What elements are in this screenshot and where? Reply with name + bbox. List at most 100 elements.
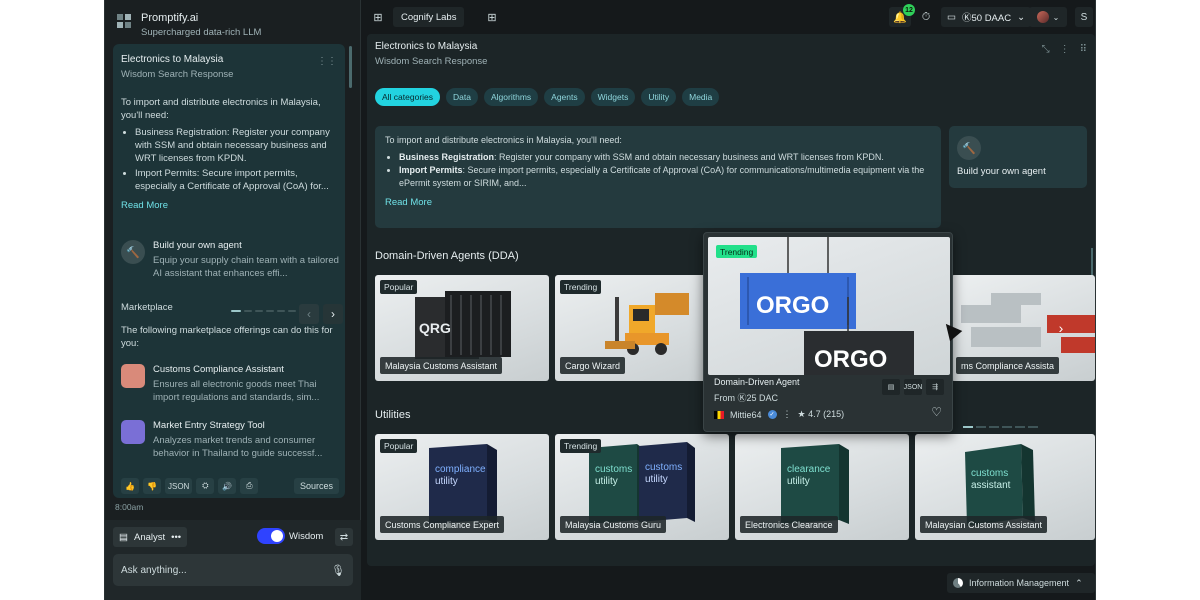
build-agent-card[interactable]: 🔨 Build your own agent Equip your supply… <box>121 240 341 280</box>
heart-icon[interactable]: ♡ <box>931 405 942 419</box>
separator-icon: ⋮ <box>782 409 792 419</box>
chat-response-card: Electronics to Malaysia Wisdom Search Re… <box>113 44 345 498</box>
card-tag: Trending <box>560 280 602 294</box>
answer-read-more-link[interactable]: Read More <box>385 196 931 209</box>
dda-next-arrow-icon[interactable]: › <box>1051 318 1071 338</box>
hammer-icon: 🔨 <box>121 240 145 264</box>
marketplace-prev-button[interactable]: ‹ <box>299 304 319 324</box>
profile-menu[interactable]: ⌄ <box>1029 7 1067 27</box>
svg-text:QRG: QRG <box>419 320 451 336</box>
thumbs-down-icon[interactable]: 👎 <box>143 478 161 494</box>
chat-subtitle: Wisdom Search Response <box>121 69 234 80</box>
answer-bullet-text: : Register your company with SSM and obt… <box>494 152 884 162</box>
drag-handle-icon[interactable]: ⠿ <box>1080 44 1087 55</box>
more-button[interactable]: S <box>1075 7 1093 27</box>
author-name[interactable]: Mittie64 <box>730 410 762 420</box>
utilities-section-title: Utilities <box>375 409 411 421</box>
offer-title: Market Entry Strategy Tool <box>153 420 265 431</box>
more-vertical-icon[interactable]: ⋮ <box>1060 44 1070 55</box>
offer-item-customs-compliance[interactable]: Customs Compliance Assistant Ensures all… <box>121 364 341 404</box>
utility-card-customs-compliance[interactable]: compliance utility Popular Customs Compl… <box>375 434 549 540</box>
wallet-button[interactable]: ▭ Ⓚ50 DAAC ⌄ <box>941 7 1032 27</box>
build-agent-desc: Equip your supply chain team with a tail… <box>153 255 339 279</box>
timer-icon[interactable]: ⏱ <box>917 8 935 26</box>
utility-card-malaysia-customs-guru[interactable]: customs utility customs utility Trending… <box>555 434 729 540</box>
hammer-icon: 🔨 <box>957 136 981 160</box>
chevron-down-icon: ⌄ <box>1017 11 1026 23</box>
speaker-icon[interactable]: 🔊 <box>218 478 237 494</box>
workspace-grid-icon[interactable]: ⊞ <box>369 8 387 26</box>
answer-bullet: Import Permits: Secure import permits, e… <box>399 164 931 190</box>
json-icon[interactable]: JSON <box>904 379 922 395</box>
main-title: Electronics to Malaysia <box>375 41 478 52</box>
add-widget-icon[interactable]: ⊞ <box>483 8 501 26</box>
chat-body: To import and distribute electronics in … <box>121 96 331 212</box>
dda-card-customs-compliance[interactable]: ms Compliance Assista <box>951 275 1095 381</box>
category-utility[interactable]: Utility <box>641 88 677 106</box>
notification-badge: 12 <box>903 4 915 16</box>
more-icon[interactable]: ••• <box>171 532 181 543</box>
chat-bullet: Business Registration: Register your com… <box>135 126 331 165</box>
microphone-icon[interactable]: 🎙 <box>331 564 345 577</box>
svg-text:ORGO: ORGO <box>756 292 829 319</box>
ask-input[interactable] <box>113 554 353 586</box>
main-subtitle: Wisdom Search Response <box>375 56 488 67</box>
chat-read-more-link[interactable]: Read More <box>121 199 331 212</box>
card-tag: Popular <box>380 439 418 453</box>
svg-text:ORGO: ORGO <box>814 346 887 373</box>
preview-image: ORGO ORGO Trending <box>708 237 950 375</box>
offer-item-market-entry[interactable]: Market Entry Strategy Tool Analyzes mark… <box>121 420 341 460</box>
category-media[interactable]: Media <box>682 88 720 106</box>
svg-text:utility: utility <box>595 476 618 487</box>
build-agent-title: Build your own agent <box>153 240 242 251</box>
category-agents[interactable]: Agents <box>544 88 585 106</box>
svg-text:clearance: clearance <box>787 464 831 475</box>
marketplace-next-button[interactable]: › <box>323 304 343 324</box>
rating: ★ 4.7 (215) <box>797 409 845 419</box>
category-all[interactable]: All categories <box>375 88 441 106</box>
sliders-icon[interactable]: ⇄ <box>335 528 353 546</box>
left-panel: Promptify.ai Supercharged data-rich LLM … <box>105 0 361 600</box>
brand: Promptify.ai Supercharged data-rich LLM <box>117 12 261 38</box>
sources-button[interactable]: Sources <box>293 478 339 494</box>
share-icon[interactable]: ⛭ <box>196 478 215 494</box>
mode-selector[interactable]: ▤ Analyst ••• <box>113 527 188 547</box>
agent-hover-preview[interactable]: ORGO ORGO Trending Domain-Driven Agent F… <box>703 232 953 432</box>
chat-scrollbar[interactable] <box>349 46 352 88</box>
dda-card-malaysia-customs[interactable]: QRG Popular Malaysia Customs Assistant <box>375 275 549 381</box>
agent-price: From Ⓚ25 DAC <box>714 393 779 403</box>
card-name: Malaysia Customs Assistant <box>380 357 503 374</box>
utility-card-electronics-clearance[interactable]: clearance utility Electronics Clearance <box>735 434 909 540</box>
svg-text:customs: customs <box>971 468 1008 479</box>
message-timestamp: 8:00am <box>115 502 144 512</box>
author-meta: Mittie64 ✓ ⋮ ★ 4.7 (215) <box>714 409 844 420</box>
promptify-logo-icon <box>117 14 131 28</box>
svg-text:utility: utility <box>645 474 668 485</box>
brand-name: Promptify.ai <box>141 12 199 24</box>
answer-bullet-label: Import Permits <box>399 165 463 175</box>
info-management-label: Information Management <box>969 578 1070 588</box>
panel-actions: ⤡ ⋮ ⠿ <box>1042 44 1087 55</box>
utility-card-malaysian-customs-assistant[interactable]: customs assistant Malaysian Customs Assi… <box>915 434 1095 540</box>
answer-bullet: Business Registration: Register your com… <box>399 151 931 164</box>
drag-handle-icon[interactable]: ⋮⋮ <box>317 56 337 67</box>
document-icon[interactable]: ▤ <box>882 379 900 395</box>
category-widgets[interactable]: Widgets <box>590 88 636 106</box>
agent-type: Domain-Driven Agent <box>714 377 800 387</box>
avatar <box>1036 11 1049 23</box>
json-icon[interactable]: JSON <box>165 478 193 494</box>
information-management-bar[interactable]: Information Management ⌃ <box>947 573 1095 593</box>
svg-text:utility: utility <box>787 476 810 487</box>
thumbs-up-icon[interactable]: 👍 <box>121 478 139 494</box>
copy-icon[interactable]: ⎙ <box>240 478 259 494</box>
answer-intro: To import and distribute electronics in … <box>385 135 622 145</box>
category-data[interactable]: Data <box>446 88 478 106</box>
collapse-icon[interactable]: ⤡ <box>1042 44 1050 55</box>
category-filters: All categories Data Algorithms Agents Wi… <box>375 88 720 106</box>
filter-icon[interactable]: ⇶ <box>926 379 944 395</box>
category-algorithms[interactable]: Algorithms <box>484 88 539 106</box>
card-name: Malaysian Customs Assistant <box>920 516 1048 533</box>
wisdom-toggle[interactable] <box>257 528 285 544</box>
build-agent-tile[interactable]: 🔨 Build your own agent <box>949 126 1087 188</box>
workspace-selector[interactable]: Cognify Labs <box>393 7 465 27</box>
